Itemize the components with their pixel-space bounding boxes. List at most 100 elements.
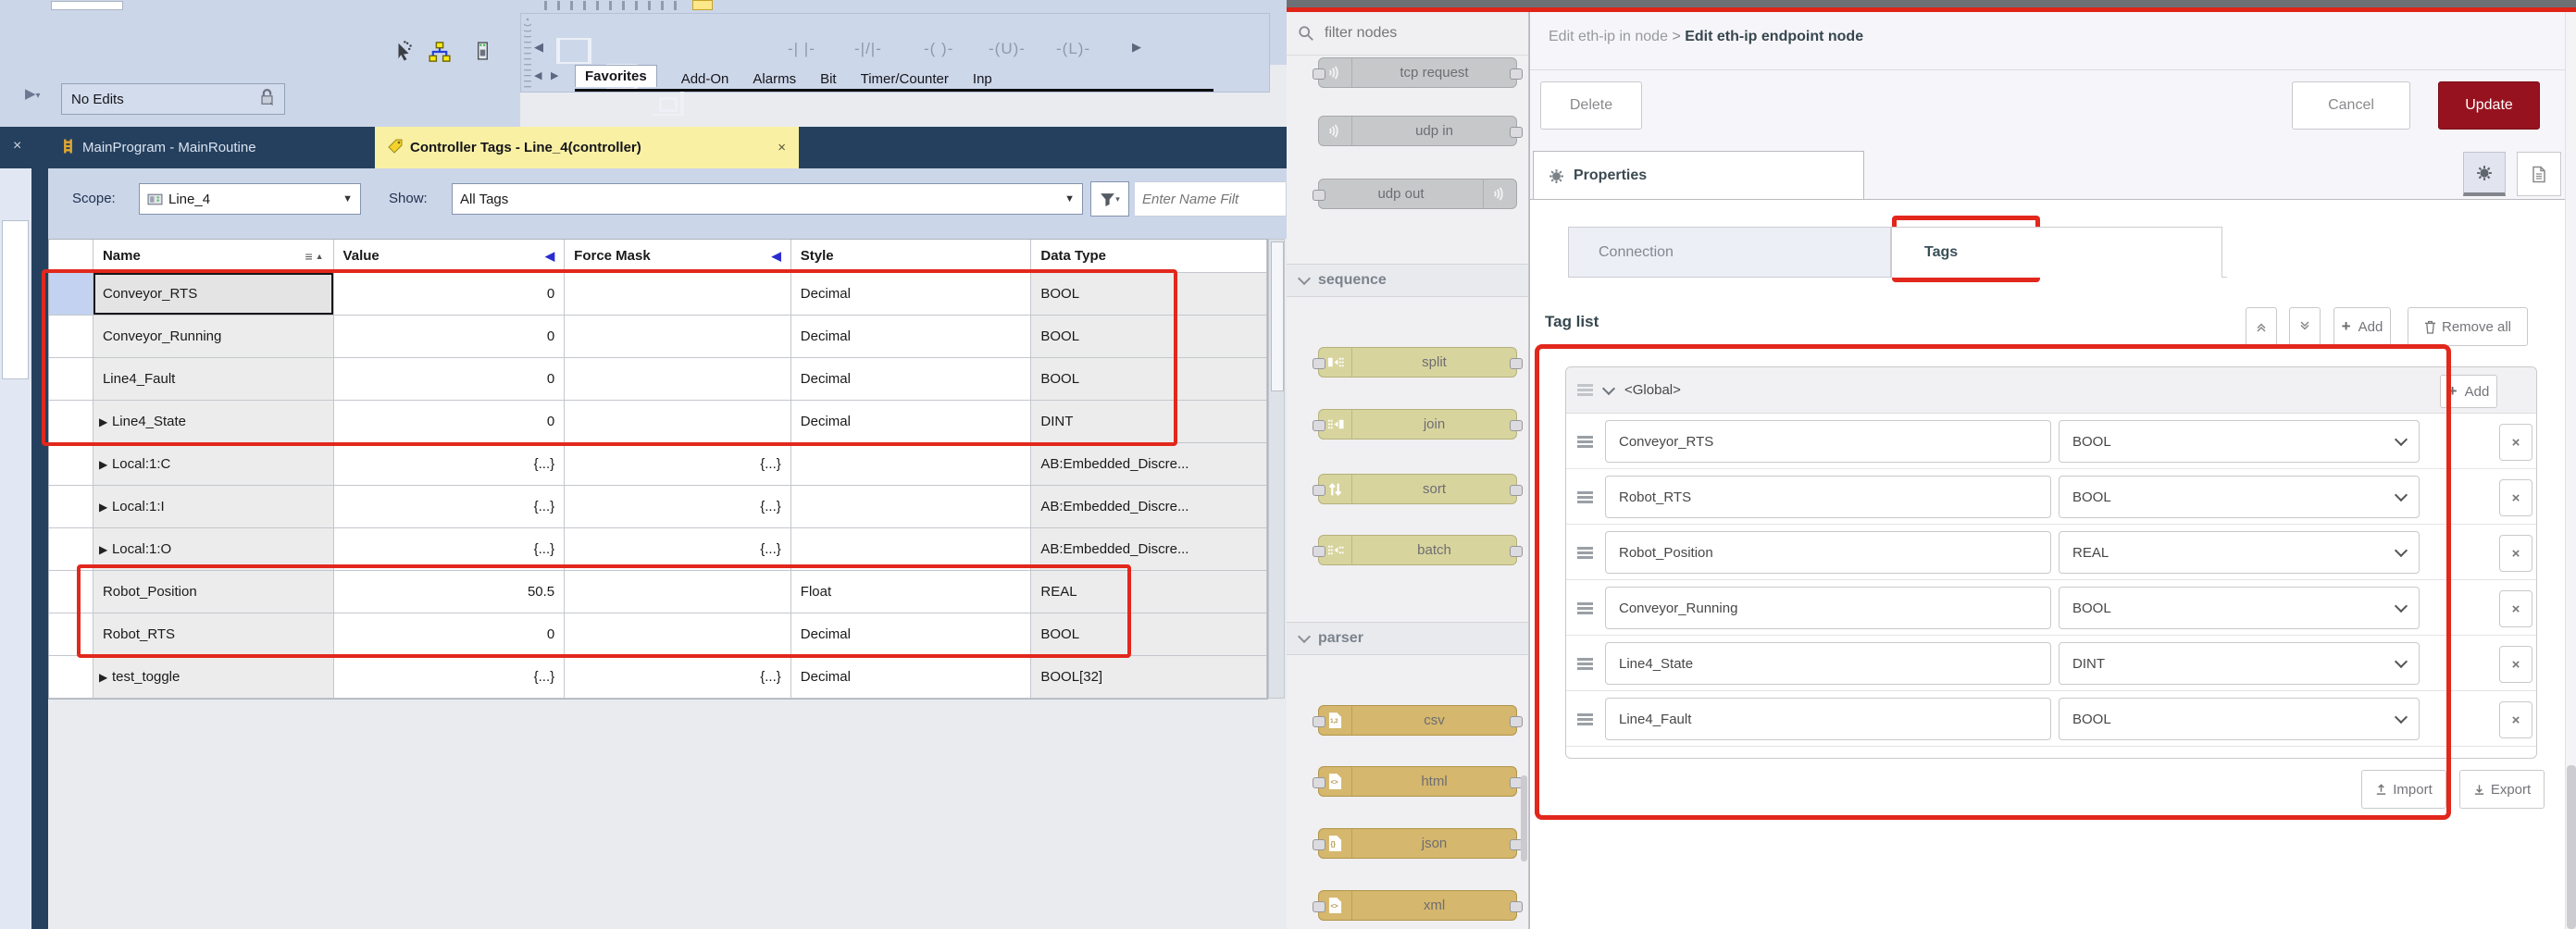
tag-style-cell[interactable]: Decimal — [791, 401, 1032, 443]
drag-handle[interactable] — [1577, 658, 1593, 670]
tag-force-cell[interactable]: {...} — [565, 486, 791, 528]
toolbar-highlighted-icon[interactable] — [692, 0, 713, 10]
breadcrumb-parent[interactable]: Edit eth-ip in node — [1549, 29, 1668, 44]
tag-force-cell[interactable]: {...} — [565, 656, 791, 699]
tag-value-cell[interactable]: 0 — [334, 358, 566, 401]
tag-force-cell[interactable] — [565, 358, 791, 401]
row-gutter[interactable] — [49, 443, 93, 486]
tag-value-cell[interactable]: {...} — [334, 528, 566, 571]
tag-type-select[interactable]: REAL — [2059, 531, 2420, 574]
drag-handle[interactable] — [1577, 547, 1593, 559]
tag-force-cell[interactable] — [565, 401, 791, 443]
row-gutter[interactable] — [49, 316, 93, 358]
palette-node-batch[interactable]: batch — [1318, 535, 1517, 565]
palette-drag-handle[interactable] — [524, 18, 531, 90]
palette-node-sort[interactable]: sort — [1318, 474, 1517, 504]
header-force-mask[interactable]: Force Mask◀ — [565, 240, 791, 273]
tag-value-cell[interactable]: 0 — [334, 613, 566, 656]
palette-scrollbar-thumb[interactable] — [1521, 775, 1527, 861]
palette-category-sequence[interactable]: sequence — [1287, 264, 1528, 297]
row-gutter[interactable] — [49, 358, 93, 401]
palette-node-join[interactable]: join — [1318, 409, 1517, 440]
remove-tag-button[interactable] — [2499, 535, 2532, 572]
tag-name-input[interactable] — [1605, 420, 2051, 463]
tag-datatype-cell[interactable]: BOOL[32] — [1031, 656, 1267, 699]
palette-filter-input[interactable] — [1323, 24, 1512, 43]
tag-datatype-cell[interactable]: BOOL — [1031, 613, 1267, 656]
palette-node-split[interactable]: split — [1318, 347, 1517, 378]
new-rung-icon[interactable] — [560, 38, 588, 64]
tabs-scroll-left-icon[interactable]: ◀ — [534, 69, 541, 81]
select-cursor-icon[interactable] — [393, 41, 414, 65]
instruction-tab-input[interactable]: Inp — [973, 71, 992, 87]
tag-name-cell[interactable]: ▶Local:1:O — [93, 528, 334, 571]
tag-name-cell[interactable]: ▶Local:1:C — [93, 443, 334, 486]
otu-coil-icon[interactable]: -(U)- — [989, 40, 1026, 58]
tag-datatype-cell[interactable]: AB:Embedded_Discre... — [1031, 443, 1267, 486]
instruction-tab-bit[interactable]: Bit — [820, 71, 837, 87]
tray-scrollbar[interactable] — [2565, 12, 2576, 929]
instruction-tab-favorites[interactable]: Favorites — [575, 65, 657, 87]
palette-node-tcp-request[interactable]: tcp request — [1318, 57, 1517, 88]
row-gutter[interactable] — [49, 528, 93, 571]
export-button[interactable]: Export — [2459, 770, 2545, 809]
palette-category-parser[interactable]: parser — [1287, 622, 1528, 655]
move-bottom-button[interactable] — [2289, 307, 2321, 346]
header-value[interactable]: Value◀ — [334, 240, 566, 273]
remove-tag-button[interactable] — [2499, 646, 2532, 683]
expand-arrow-icon[interactable]: ▶ — [99, 671, 112, 684]
chevron-down-icon[interactable] — [1602, 381, 1615, 394]
tag-type-select[interactable]: BOOL — [2059, 587, 2420, 629]
expand-arrow-icon[interactable]: ▶ — [99, 543, 112, 556]
scrollbar-thumb[interactable] — [2567, 765, 2576, 929]
close-tab-icon[interactable]: × — [778, 140, 786, 155]
expand-editbar-icon[interactable]: ▶▾ — [25, 85, 41, 102]
group-add-tag-button[interactable]: Add — [2440, 375, 2497, 408]
row-gutter[interactable] — [49, 656, 93, 699]
remove-tag-button[interactable] — [2499, 424, 2532, 461]
tag-name-input[interactable] — [1605, 531, 2051, 574]
toolbar-combo-partial[interactable] — [51, 1, 123, 10]
tag-datatype-cell[interactable]: BOOL — [1031, 358, 1267, 401]
tag-style-cell[interactable]: Decimal — [791, 316, 1032, 358]
tag-name-cell[interactable]: Line4_Fault — [93, 358, 334, 401]
tag-style-cell[interactable]: Decimal — [791, 656, 1032, 699]
row-gutter[interactable] — [49, 401, 93, 443]
scope-dropdown[interactable]: Line_4▼ — [139, 183, 361, 215]
row-gutter[interactable] — [49, 273, 93, 316]
palette-node-udp-in[interactable]: udp in — [1318, 116, 1517, 146]
palette-node-json[interactable]: {} json — [1318, 828, 1517, 859]
scroll-left-icon[interactable]: ◀ — [534, 40, 543, 55]
tag-type-select[interactable]: DINT — [2059, 642, 2420, 685]
tag-value-cell[interactable]: {...} — [334, 486, 566, 528]
tag-name-cell[interactable]: Conveyor_RTS — [93, 273, 334, 316]
sort-icon[interactable]: ≡▲ — [305, 249, 323, 264]
tag-force-cell[interactable] — [565, 613, 791, 656]
tag-name-cell[interactable]: ▶test_toggle — [93, 656, 334, 699]
tag-style-cell[interactable] — [791, 486, 1032, 528]
header-style[interactable]: Style — [791, 240, 1032, 273]
tag-value-cell[interactable]: {...} — [334, 443, 566, 486]
close-pane-icon[interactable]: × — [13, 138, 21, 155]
cancel-button[interactable]: Cancel — [2292, 81, 2410, 130]
tag-datatype-cell[interactable]: REAL — [1031, 571, 1267, 613]
tag-value-cell[interactable]: {...} — [334, 656, 566, 699]
tag-name-cell[interactable]: ▶Line4_State — [93, 401, 334, 443]
expand-arrow-icon[interactable]: ▶ — [99, 501, 112, 514]
expand-arrow-icon[interactable]: ▶ — [99, 458, 112, 471]
show-dropdown[interactable]: All Tags▼ — [452, 183, 1083, 215]
tag-name-input[interactable] — [1605, 642, 2051, 685]
tab-properties[interactable]: Properties — [1533, 151, 1864, 200]
subtab-connection[interactable]: Connection — [1568, 227, 1891, 278]
tag-name-cell[interactable]: Conveyor_Running — [93, 316, 334, 358]
subtab-tags[interactable]: Tags — [1891, 227, 2222, 278]
tag-datatype-cell[interactable]: AB:Embedded_Discre... — [1031, 486, 1267, 528]
tag-value-cell[interactable]: 0 — [334, 273, 566, 316]
tag-name-input[interactable] — [1605, 476, 2051, 518]
row-gutter[interactable] — [49, 486, 93, 528]
tag-name-input[interactable] — [1605, 698, 2051, 740]
tabs-scroll-right-icon[interactable]: ▶ — [551, 69, 558, 81]
update-button[interactable]: Update — [2438, 81, 2540, 130]
palette-node-udp-out[interactable]: udp out — [1318, 179, 1517, 209]
xio-contact-icon[interactable]: -|/|- — [854, 40, 882, 58]
